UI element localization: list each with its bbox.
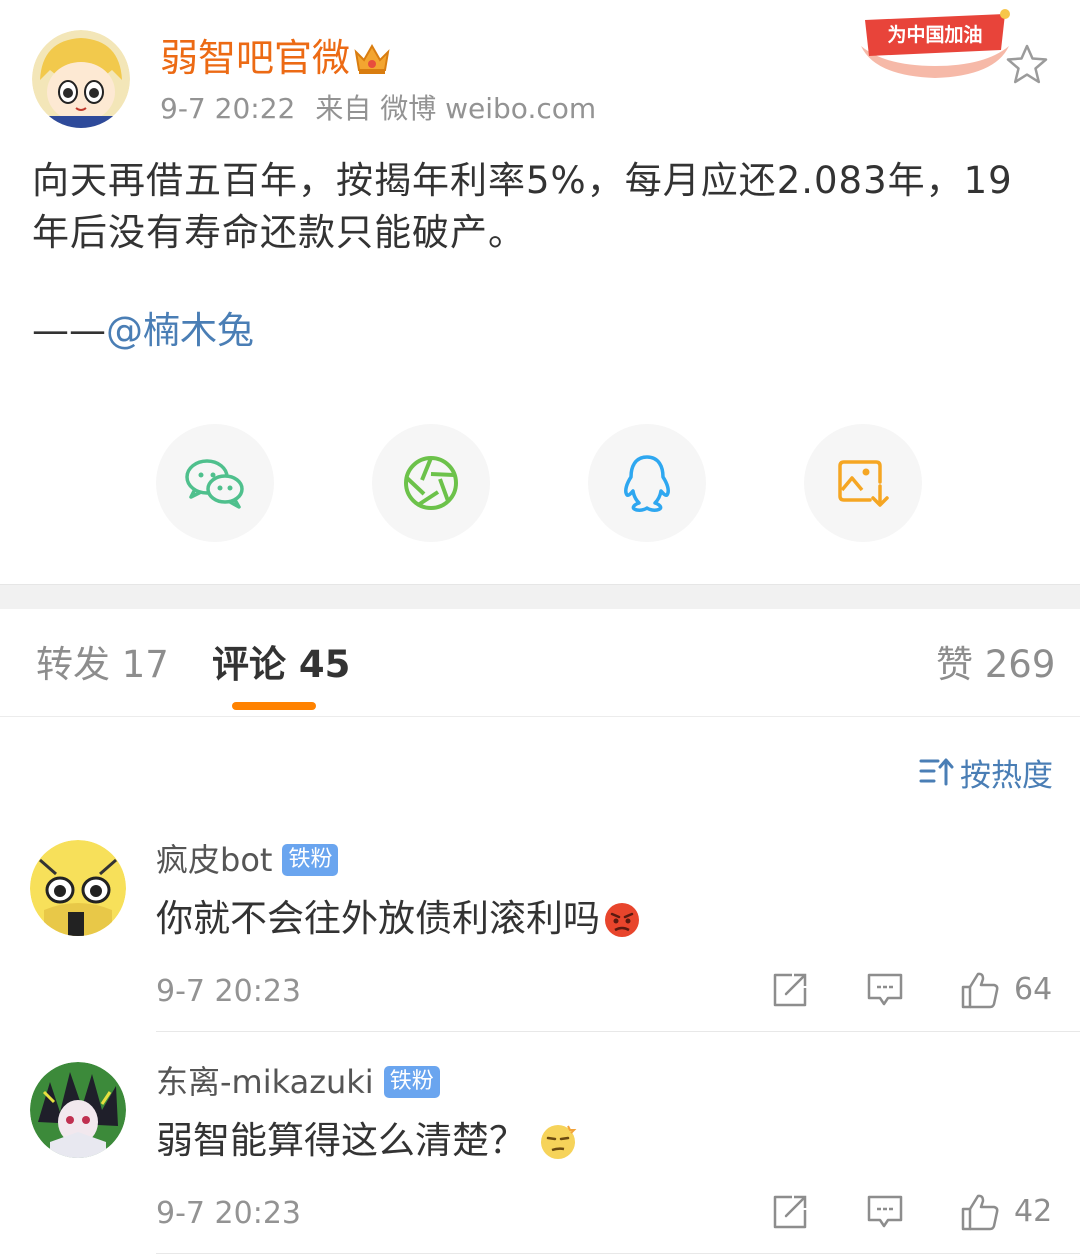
sort-icon: [919, 758, 954, 786]
author-name[interactable]: 弱智吧官微: [160, 34, 350, 82]
save-image-icon: [838, 460, 889, 507]
banner-text: 为中国加油: [887, 23, 982, 46]
wechat-icon: [185, 459, 244, 509]
thumbs-up-icon: [961, 972, 999, 1009]
comment-repost-button[interactable]: [772, 1194, 808, 1230]
fan-badge: 铁粉: [383, 1066, 440, 1098]
comment-text-content: 弱智能算得这么清楚？: [156, 1119, 526, 1162]
comment-author[interactable]: 疯皮bot 铁粉: [156, 838, 339, 882]
post-text: 向天再借五百年，按揭年利率5%，每月应还2.083年，19年后没有寿命还款只能破…: [32, 159, 1013, 254]
comment-reply-button[interactable]: [866, 1194, 904, 1230]
comment-author-name[interactable]: 疯皮bot: [156, 838, 272, 882]
comment-repost-button[interactable]: [772, 972, 808, 1008]
angry-emoji-icon: [605, 900, 640, 937]
thumbs-up-icon: [961, 1194, 999, 1231]
tab-comments[interactable]: 评论 45: [212, 640, 350, 690]
comment-divider: [156, 1253, 1080, 1254]
comment-time: 9-7 20:23: [156, 974, 301, 1009]
share-qq-button[interactable]: [588, 424, 706, 542]
attribution-dash: ——: [32, 309, 106, 352]
doge-smirk-emoji-icon: [541, 1125, 577, 1159]
like-count: 42: [1014, 1194, 1053, 1229]
comment-bubble-icon: [867, 973, 903, 1006]
section-divider: [0, 584, 1080, 609]
comment-avatar[interactable]: [30, 840, 126, 936]
comment-reply-button[interactable]: [866, 972, 904, 1008]
qq-penguin-icon: [624, 455, 670, 512]
tab-likes[interactable]: 赞 269: [936, 640, 1055, 690]
share-moments-button[interactable]: [372, 424, 490, 542]
crown-badge-icon: [352, 38, 392, 76]
active-tab-indicator: [232, 702, 316, 710]
comment-text: 你就不会往外放债利滚利吗: [156, 894, 642, 944]
post-meta: 9-7 20:22 来自 微博 weibo.com: [160, 90, 596, 128]
comment-author-name[interactable]: 东离-mikazuki: [156, 1060, 374, 1104]
share-arrow-icon: [773, 1195, 807, 1229]
share-wechat-button[interactable]: [156, 424, 274, 542]
favorite-star-icon[interactable]: [1004, 42, 1050, 86]
sort-by-hot-button[interactable]: 按热度: [918, 752, 1053, 794]
comment-divider: [156, 1031, 1080, 1032]
like-count: 64: [1014, 972, 1053, 1007]
mention-link[interactable]: @楠木兔: [106, 309, 254, 352]
comment-text-content: 你就不会往外放债利滚利吗: [156, 897, 600, 940]
sort-label: 按热度: [960, 757, 1053, 794]
tab-repost[interactable]: 转发 17: [36, 640, 169, 690]
comment-author[interactable]: 东离-mikazuki 铁粉: [156, 1060, 440, 1104]
post-source: 来自 微博 weibo.com: [315, 92, 597, 125]
moments-aperture-icon: [404, 456, 458, 510]
save-image-button[interactable]: [804, 424, 922, 542]
fan-badge: 铁粉: [282, 844, 339, 876]
comment-text: 弱智能算得这么清楚？: [156, 1116, 578, 1166]
comment-like-button[interactable]: 42: [960, 1192, 1052, 1232]
china-cheer-badge[interactable]: 为中国加油: [855, 6, 1015, 82]
comment-bubble-icon: [867, 1195, 903, 1228]
comment-like-button[interactable]: 64: [960, 970, 1052, 1010]
comment-avatar[interactable]: [30, 1062, 126, 1158]
post-time: 9-7 20:22: [160, 92, 296, 125]
post-attribution: ——@楠木兔: [32, 305, 254, 357]
comment-time: 9-7 20:23: [156, 1196, 301, 1231]
share-arrow-icon: [773, 973, 807, 1007]
author-avatar[interactable]: [32, 30, 130, 128]
tab-divider: [0, 716, 1080, 717]
